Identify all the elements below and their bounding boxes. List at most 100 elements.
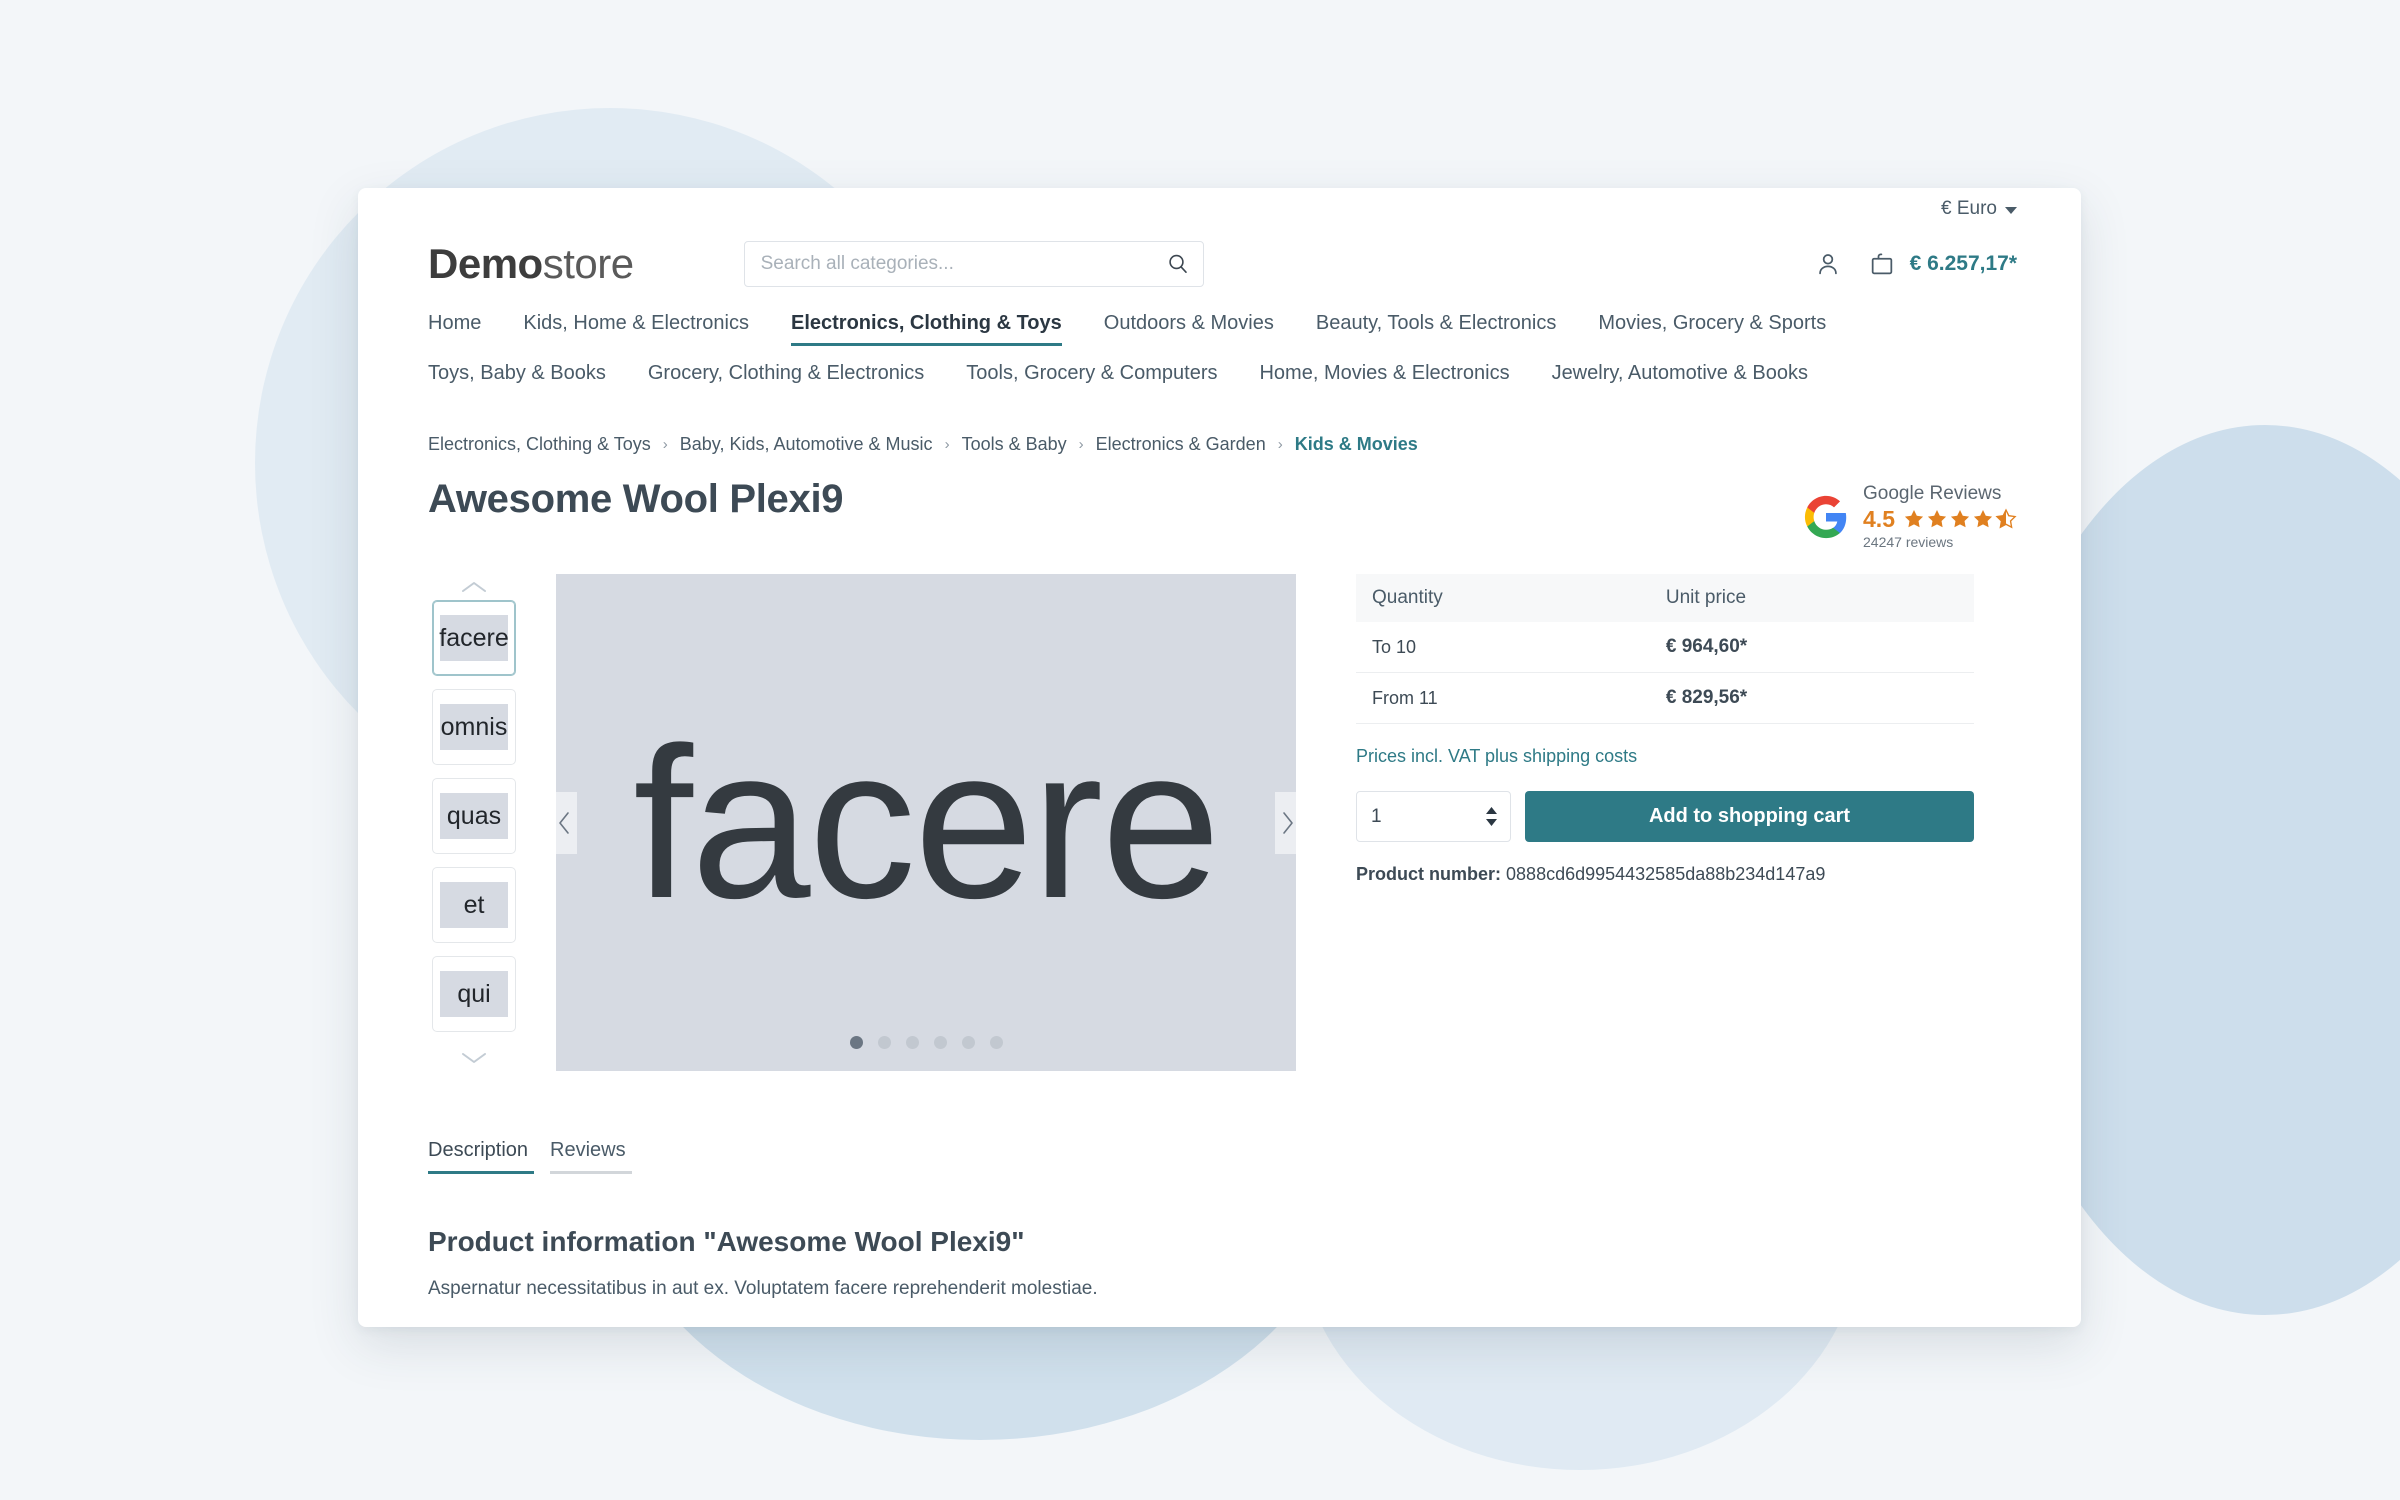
- site-header: Demostore Search all categories... € 6.2…: [358, 230, 2081, 312]
- price-table-row: To 10 € 964,60*: [1356, 622, 1974, 674]
- product-main: facere omnis quas et qui facere Quantity…: [358, 550, 2081, 1072]
- nav-item-home-movies-electronics[interactable]: Home, Movies & Electronics: [1259, 362, 1509, 396]
- product-image[interactable]: facere: [556, 574, 1296, 1072]
- nav-row-secondary: Toys, Baby & Books Grocery, Clothing & El…: [428, 362, 2017, 396]
- breadcrumb-separator-icon: ›: [662, 436, 668, 453]
- google-reviews-badge[interactable]: Google Reviews 4.5 24247 reviews: [1803, 477, 2017, 550]
- logo-light-part: store: [542, 240, 634, 287]
- breadcrumb-separator-icon: ›: [1277, 436, 1283, 453]
- chevron-left-icon: [559, 812, 569, 834]
- quantity-select[interactable]: 12345: [1356, 791, 1511, 843]
- add-to-cart-button[interactable]: Add to shopping cart: [1525, 791, 1974, 843]
- utility-bar: € Euro: [358, 188, 2081, 230]
- nav-item-tools-grocery-computers[interactable]: Tools, Grocery & Computers: [966, 362, 1217, 396]
- breadcrumb-separator-icon: ›: [1078, 436, 1084, 453]
- carousel-prev-button[interactable]: [551, 791, 577, 854]
- carousel-dot[interactable]: [905, 1036, 919, 1050]
- currency-switcher[interactable]: € Euro: [1941, 198, 2017, 220]
- account-button[interactable]: [1814, 250, 1842, 278]
- chevron-down-icon: [462, 1053, 486, 1064]
- price-col-quantity: Quantity: [1356, 574, 1650, 623]
- star-full-icon: [1950, 510, 1970, 528]
- star-full-icon: [1927, 510, 1947, 528]
- breadcrumb-item-electronics-garden[interactable]: Electronics & Garden: [1096, 434, 1266, 455]
- google-logo-icon: [1804, 495, 1847, 538]
- carousel-dot[interactable]: [849, 1036, 863, 1050]
- thumbnail-image-label: quas: [440, 793, 508, 840]
- breadcrumb-item-baby-kids-automotive-music[interactable]: Baby, Kids, Automotive & Music: [680, 434, 933, 455]
- tab-description[interactable]: Description: [428, 1139, 535, 1175]
- search-button[interactable]: [1160, 241, 1196, 287]
- description-body: Aspernatur necessitatibus in aut ex. Vol…: [428, 1278, 1098, 1300]
- carousel-dot[interactable]: [933, 1036, 947, 1050]
- buy-box: Quantity Unit price To 10 € 964,60* From 1…: [1356, 574, 1974, 1071]
- price-table-body: To 10 € 964,60* From 11 € 829,56*: [1356, 622, 1974, 725]
- nav-item-toys-baby-books[interactable]: Toys, Baby & Books: [428, 362, 606, 396]
- vat-shipping-note[interactable]: Prices incl. VAT plus shipping costs: [1356, 746, 1974, 767]
- product-number-value: 0888cd6d9954432585da88b234d147a9: [1506, 864, 1826, 885]
- main-navigation: Home Kids, Home & Electronics Electronics,…: [358, 312, 2081, 396]
- nav-item-kids-home-electronics[interactable]: Kids, Home & Electronics: [523, 312, 749, 346]
- site-logo[interactable]: Demostore: [428, 240, 634, 288]
- quantity-selector: 12345: [1356, 791, 1511, 843]
- price-row-unit-price: € 964,60*: [1649, 622, 1974, 674]
- nav-item-home[interactable]: Home: [428, 312, 481, 346]
- star-half-icon: [1995, 508, 2017, 529]
- thumbnail-image-label: et: [440, 882, 508, 929]
- price-row-quantity: To 10: [1356, 622, 1650, 674]
- carousel-next-button[interactable]: [1275, 791, 1301, 854]
- breadcrumb: Electronics, Clothing & Toys › Baby, Kids,…: [358, 412, 2081, 455]
- carousel-dot[interactable]: [961, 1036, 975, 1050]
- price-table-row: From 11 € 829,56*: [1356, 672, 1974, 725]
- search-container: [743, 241, 1204, 287]
- google-reviews-rating-row: 4.5: [1863, 506, 2017, 532]
- product-tabs: Description Reviews: [358, 1139, 2081, 1175]
- thumbnail-omnis[interactable]: omnis: [432, 689, 516, 766]
- tab-reviews[interactable]: Reviews: [550, 1139, 632, 1175]
- description-section: Product information "Awesome Wool Plexi9…: [358, 1226, 2081, 1327]
- cart-button[interactable]: € 6.257,17*: [1868, 250, 2017, 278]
- product-image-carousel: facere: [551, 574, 1301, 1072]
- breadcrumb-item-tools-baby[interactable]: Tools & Baby: [962, 434, 1067, 455]
- thumbnail-facere[interactable]: facere: [432, 600, 516, 677]
- google-reviews-count: 24247 reviews: [1863, 534, 1954, 551]
- thumbnail-qui[interactable]: qui: [432, 956, 516, 1033]
- chevron-down-icon: [2005, 207, 2017, 214]
- google-reviews-title: Google Reviews: [1863, 483, 2002, 504]
- breadcrumb-item-electronics-clothing-toys[interactable]: Electronics, Clothing & Toys: [428, 434, 651, 455]
- thumbnail-list: facere omnis quas et qui: [432, 600, 516, 1045]
- thumbnail-quas[interactable]: quas: [432, 778, 516, 855]
- purchase-controls: 12345 Add to shopping cart: [1356, 791, 1974, 843]
- nav-item-beauty-tools-electronics[interactable]: Beauty, Tools & Electronics: [1316, 312, 1557, 346]
- search-input[interactable]: [743, 241, 1204, 287]
- google-reviews-score: 4.5: [1863, 505, 1895, 532]
- carousel-dot[interactable]: [877, 1036, 891, 1050]
- nav-item-outdoors-movies[interactable]: Outdoors & Movies: [1104, 312, 1274, 346]
- breadcrumb-separator-icon: ›: [944, 436, 950, 453]
- page-root: € Euro Demostore Search all categories..…: [0, 0, 2400, 1500]
- nav-item-electronics-clothing-toys[interactable]: Electronics, Clothing & Toys: [791, 312, 1062, 346]
- shopping-bag-icon: [1871, 253, 1892, 275]
- chevron-right-icon: [1283, 812, 1293, 834]
- google-reviews-text: Google Reviews 4.5 24247 reviews: [1863, 483, 2017, 550]
- nav-item-jewelry-automotive-books[interactable]: Jewelry, Automotive & Books: [1552, 362, 1808, 396]
- carousel-dots: [556, 1036, 1296, 1050]
- nav-item-grocery-clothing-electronics[interactable]: Grocery, Clothing & Electronics: [648, 362, 924, 396]
- breadcrumb-item-kids-movies[interactable]: Kids & Movies: [1295, 434, 1418, 455]
- search-icon: [1168, 254, 1187, 274]
- gallery-scroll-down-button[interactable]: [459, 1045, 489, 1071]
- logo-bold-part: Demo: [428, 240, 543, 287]
- product-number-label: Product number:: [1356, 864, 1502, 885]
- price-col-unit-price: Unit price: [1649, 574, 1974, 623]
- chevron-up-icon: [462, 582, 486, 593]
- nav-item-movies-grocery-sports[interactable]: Movies, Grocery & Sports: [1598, 312, 1826, 346]
- price-table-header-row: Quantity Unit price: [1356, 574, 1974, 623]
- star-rating: [1903, 508, 2017, 530]
- thumbnail-et[interactable]: et: [432, 867, 516, 944]
- thumbnail-image-label: facere: [439, 615, 509, 662]
- gallery-scroll-up-button[interactable]: [459, 574, 489, 600]
- carousel-dot[interactable]: [989, 1036, 1003, 1050]
- description-heading: Product information "Awesome Wool Plexi9…: [428, 1226, 1025, 1258]
- header-actions: € 6.257,17*: [1814, 250, 2017, 278]
- product-image-label: facere: [633, 701, 1221, 943]
